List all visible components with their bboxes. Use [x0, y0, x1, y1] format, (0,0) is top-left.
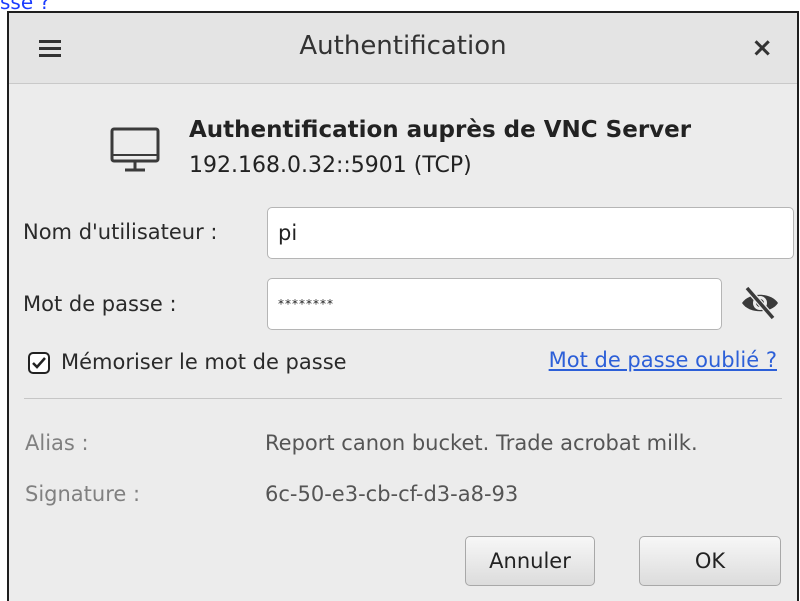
password-input[interactable] [267, 278, 722, 330]
monitor-icon [110, 127, 160, 172]
username-input[interactable] [267, 207, 794, 259]
server-address: 192.168.0.32::5901 (TCP) [189, 153, 472, 178]
title-bar: Authentification × [9, 13, 797, 84]
checkmark-icon [32, 357, 46, 369]
remember-password-label[interactable]: Mémoriser le mot de passe [61, 350, 347, 374]
connection-header: Authentification auprès de VNC Server 19… [109, 117, 799, 197]
eye-slash-icon[interactable] [740, 285, 780, 321]
cancel-button[interactable]: Annuler [465, 536, 595, 586]
signature-label: Signature : [25, 482, 141, 506]
dialog-title: Authentification [299, 31, 507, 61]
remember-password-checkbox[interactable] [28, 352, 50, 374]
header-title: Authentification auprès de VNC Server [189, 117, 692, 143]
alias-value: Report canon bucket. Trade acrobat milk. [265, 431, 698, 455]
username-label: Nom d'utilisateur : [23, 220, 218, 244]
password-label: Mot de passe : [23, 292, 177, 316]
authentication-dialog: Authentification × Authentification aupr… [7, 11, 799, 601]
close-icon[interactable]: × [751, 33, 773, 63]
alias-label: Alias : [25, 431, 89, 455]
divider [24, 398, 782, 399]
signature-value: 6c-50-e3-cb-cf-d3-a8-93 [265, 482, 519, 506]
forgot-password-link[interactable]: Mot de passe oublié ? [549, 348, 777, 372]
ok-button[interactable]: OK [639, 536, 781, 586]
